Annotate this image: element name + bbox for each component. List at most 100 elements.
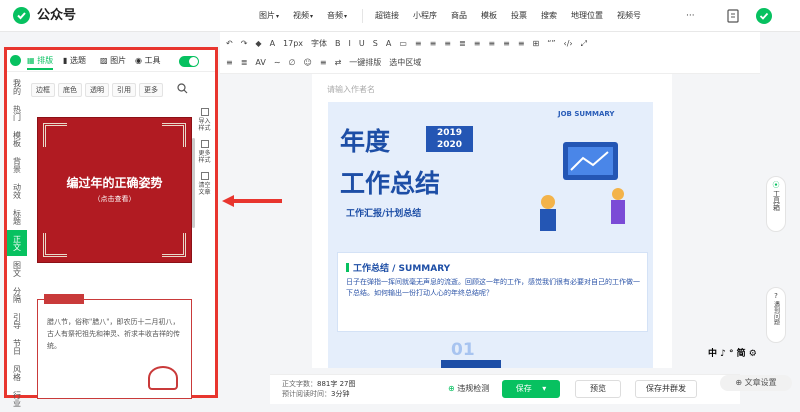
- divider: [362, 9, 363, 23]
- toolbar-button[interactable]: ⊞: [529, 34, 544, 54]
- toolbar-button[interactable]: ≡: [426, 34, 441, 54]
- help-button[interactable]: ? 遇到问题: [766, 287, 786, 343]
- category-9[interactable]: 引导: [7, 308, 27, 334]
- toolbar-button[interactable]: U: [355, 34, 369, 54]
- toolbar-button[interactable]: ☺: [300, 53, 316, 73]
- toolbar-button[interactable]: S: [369, 34, 382, 54]
- category-3[interactable]: 背景: [7, 152, 27, 178]
- toolbar-button[interactable]: ∼: [270, 53, 285, 73]
- toolbar-button[interactable]: ↶: [222, 34, 237, 54]
- toolbar-button[interactable]: ‹/›: [560, 34, 577, 54]
- topnav-item[interactable]: 图片: [252, 8, 286, 25]
- editor-canvas[interactable]: 请输入作者名 JOB SUMMARY 年度 2019 2020 工作总结 工作汇…: [312, 74, 672, 368]
- side-button-2[interactable]: 清空文章: [197, 172, 212, 196]
- side-button-0[interactable]: 导入样式: [197, 108, 212, 132]
- category-7[interactable]: 图文: [7, 256, 27, 282]
- toolbar-button[interactable]: ≡: [514, 34, 529, 54]
- panel-toggle[interactable]: [179, 56, 199, 67]
- toolbar-button[interactable]: ≡: [440, 34, 455, 54]
- toolbar-button[interactable]: ≡: [316, 53, 331, 73]
- tab-images[interactable]: ▨ 图片: [100, 54, 126, 68]
- toolbar-button[interactable]: ≡: [484, 34, 499, 54]
- tab-topics[interactable]: ▮ 选题: [63, 54, 86, 68]
- tab-tools[interactable]: ◉ 工具: [135, 54, 161, 68]
- topnav-item[interactable]: 小程序: [406, 8, 444, 24]
- profile-avatar-icon[interactable]: [756, 8, 772, 24]
- more-button[interactable]: ···: [686, 8, 695, 24]
- toolbox-button[interactable]: ⦿ 工具箱: [766, 176, 786, 232]
- style-card-laba[interactable]: 腊八节，俗称"腊八"，即农历十二月初八，古人有祭祀祖先和神灵、祈求丰收吉祥的传统…: [37, 294, 192, 399]
- filter-chips: 边框 底色 透明 引用 更多: [31, 83, 163, 97]
- author-input[interactable]: 请输入作者名: [327, 84, 375, 95]
- category-1[interactable]: 热门: [7, 100, 27, 126]
- compliance-check-button[interactable]: ⊕ 违规检测: [448, 383, 489, 395]
- help-label: 遇到问题: [772, 301, 780, 325]
- topnav-item[interactable]: 视频号: [610, 8, 648, 24]
- toolbar-button[interactable]: 17px: [279, 34, 307, 54]
- toolbar-button[interactable]: ↷: [237, 34, 252, 54]
- article-poster: JOB SUMMARY 年度 2019 2020 工作总结 工作汇报/计划总结 …: [328, 102, 653, 368]
- toolbar-button[interactable]: A: [382, 34, 395, 54]
- toolbar-button[interactable]: ≡: [470, 34, 485, 54]
- side-button-1[interactable]: 更多样式: [197, 140, 212, 164]
- toolbar-button[interactable]: ∅: [285, 53, 300, 73]
- toolbar-button[interactable]: ≡: [499, 34, 514, 54]
- side-button-label: 更多样式: [198, 150, 211, 164]
- topnav-item[interactable]: 音频: [320, 8, 354, 25]
- preview-button[interactable]: 预览: [575, 380, 621, 398]
- toolbar-button[interactable]: AV: [251, 53, 269, 73]
- category-6[interactable]: 正文: [7, 230, 27, 256]
- search-icon[interactable]: [177, 83, 188, 96]
- topnav-item[interactable]: 视频: [286, 8, 320, 25]
- card-text: 腊八节，俗称"腊八"，即农历十二月初八，古人有祭祀祖先和神灵、祈求丰收吉祥的传统…: [47, 318, 180, 350]
- topnav-item[interactable]: 超链接: [368, 8, 406, 24]
- tab-layout[interactable]: ▦ 排版: [27, 54, 54, 70]
- filter-chip[interactable]: 底色: [58, 83, 82, 97]
- category-8[interactable]: 分隔: [7, 282, 27, 308]
- topnav-item[interactable]: 商品: [444, 8, 474, 24]
- category-11[interactable]: 风格: [7, 360, 27, 386]
- category-2[interactable]: 模板: [7, 126, 27, 152]
- panel-scrollbar[interactable]: [192, 138, 195, 228]
- toolbar-button[interactable]: ≡: [411, 34, 426, 54]
- words-label: 正文字数：: [282, 380, 317, 388]
- topnav-item[interactable]: 投票: [504, 8, 534, 24]
- style-card-new-year[interactable]: 编过年的正确姿势 （点击查看）: [37, 117, 192, 263]
- filter-chip[interactable]: 更多: [139, 83, 163, 97]
- category-4[interactable]: 动效: [7, 178, 27, 204]
- toolbar-button[interactable]: ◆: [251, 34, 265, 54]
- category-10[interactable]: 节日: [7, 334, 27, 360]
- ime-status-bar[interactable]: 中 ♪ ° 简 ⚙: [708, 346, 800, 362]
- toolbar-button[interactable]: ≡: [222, 53, 237, 73]
- toolbar-button[interactable]: 字体: [307, 34, 331, 54]
- right-rail: ⦿ 工具箱 ? 遇到问题: [766, 176, 786, 343]
- toolbar-button[interactable]: “”: [543, 34, 559, 54]
- badge-text: 2019 2020: [436, 128, 463, 150]
- toolbar-button[interactable]: ▭: [395, 34, 411, 54]
- filter-chip[interactable]: 引用: [112, 83, 136, 97]
- topnav-item[interactable]: 地理位置: [564, 8, 610, 24]
- toolbar-button[interactable]: I: [345, 34, 355, 54]
- filter-chip[interactable]: 边框: [31, 83, 55, 97]
- toolbar-button[interactable]: ⤢: [577, 34, 591, 54]
- save-button[interactable]: 保存 ▾: [502, 380, 560, 398]
- toolbar-button[interactable]: ≣: [237, 53, 252, 73]
- topnav-item[interactable]: 模板: [474, 8, 504, 24]
- word-count-info: 正文字数：881字 27图 预计阅读时间：3分钟: [282, 379, 356, 399]
- document-icon[interactable]: [725, 8, 741, 24]
- brand-icon: [10, 55, 21, 66]
- save-and-publish-button[interactable]: 保存并群发: [635, 380, 697, 398]
- category-0[interactable]: 我的: [7, 74, 27, 100]
- category-12[interactable]: 行业: [7, 386, 27, 412]
- toolbar-button[interactable]: B: [331, 34, 345, 54]
- toolbar-button[interactable]: A: [266, 34, 279, 54]
- category-5[interactable]: 标题: [7, 204, 27, 230]
- toolbar-button[interactable]: ⇄: [331, 53, 346, 73]
- style-panel: ▦ 排版 ▮ 选题 ▨ 图片 ◉ 工具 我的 热门 模板 背景 动效 标题 正文 图文 分隔 引导…: [4, 47, 218, 407]
- toolbar-button[interactable]: ≣: [455, 34, 470, 54]
- toolbar-button[interactable]: 选中区域: [385, 53, 425, 73]
- filter-chip[interactable]: 透明: [85, 83, 109, 97]
- toolbar-button[interactable]: 一键排版: [345, 53, 385, 73]
- article-settings-button[interactable]: ⊕ 文章设置: [720, 375, 792, 391]
- topnav-item[interactable]: 搜索: [534, 8, 564, 24]
